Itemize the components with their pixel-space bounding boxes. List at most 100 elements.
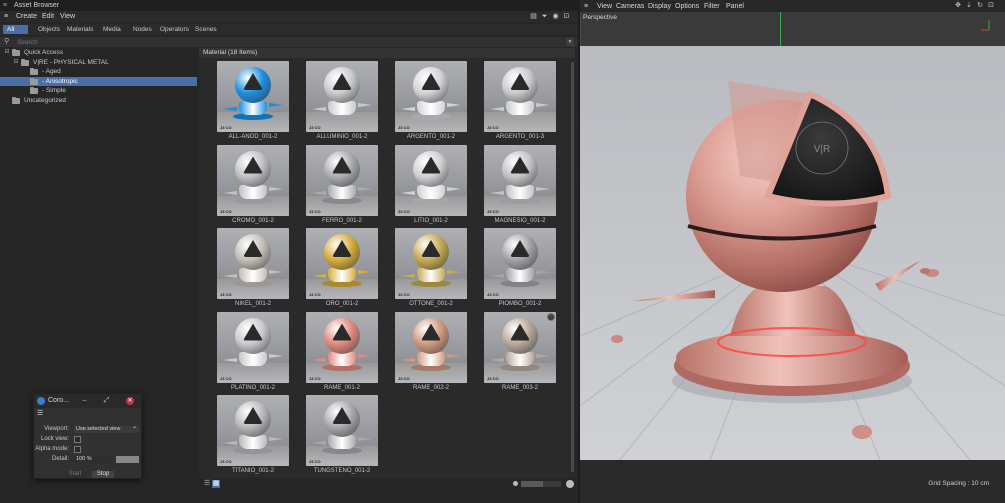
material-thumbnail[interactable]: J3 CO ORO_001-2: [306, 228, 378, 308]
tab-materials[interactable]: Materials: [63, 25, 97, 34]
thumb-logo: J3 CO: [220, 125, 232, 130]
viewport-select[interactable]: Use selected view: [74, 424, 139, 433]
material-thumbnail[interactable]: J3 CO RAME_001-2: [306, 311, 378, 392]
material-thumbnail[interactable]: J3 CO TUNGSTENO_001-2: [306, 395, 378, 475]
material-thumbnail[interactable]: J3 CO RAME_002-2: [395, 311, 467, 392]
maximize-icon[interactable]: ⊡: [987, 2, 995, 10]
zoom-small-icon[interactable]: [513, 481, 518, 486]
search-dropdown-icon[interactable]: ▼: [566, 38, 574, 46]
detail-label: Detail:: [51, 456, 69, 462]
favorite-icon[interactable]: ♡: [547, 312, 555, 321]
material-thumbnail[interactable]: J3 CO ARGENTO_001-2: [395, 61, 467, 141]
zoom-icon[interactable]: ⇣: [965, 2, 973, 10]
stop-button[interactable]: Stop: [92, 471, 114, 478]
collapse-toggle-icon[interactable]: ⊟: [4, 48, 10, 57]
grid-spacing-label: Grid Spacing : 10 cm: [928, 480, 989, 487]
tree-item[interactable]: - Simple: [0, 86, 197, 95]
detail-slider[interactable]: [116, 456, 139, 463]
detail-input[interactable]: 100 %: [74, 456, 112, 463]
close-icon[interactable]: ✕: [126, 397, 134, 405]
search-icon: ⚲: [4, 38, 10, 45]
tab-media[interactable]: Media: [99, 25, 125, 34]
zoom-large-icon[interactable]: [566, 480, 574, 488]
viewport-camera-label[interactable]: Perspective: [583, 14, 617, 22]
viewport-hamburger-icon[interactable]: ≡: [584, 2, 588, 11]
dialog-footer: Start Stop: [34, 470, 141, 479]
scrollbar-thumb[interactable]: [571, 62, 574, 472]
folder-icon: [30, 68, 38, 75]
panel-menu-icon[interactable]: ≡: [3, 0, 7, 11]
dialog-menu-icon[interactable]: ☰: [37, 410, 43, 418]
thumbnail-size-slider[interactable]: [521, 481, 561, 487]
menu-create[interactable]: Create: [16, 12, 37, 21]
material-thumbnail[interactable]: J3 CO PIOMBO_001-2: [484, 228, 556, 308]
material-preview: J3 CO: [306, 311, 378, 383]
tree-item[interactable]: - Aged: [0, 67, 197, 76]
material-thumbnail[interactable]: J3 CO CROMO_001-2: [217, 144, 289, 225]
material-thumbnail[interactable]: J3 CO ALL-ANOD_001-2: [217, 61, 289, 141]
render-image: V|R: [580, 46, 1005, 460]
material-label: MAGNESIO_001-2: [494, 217, 546, 224]
tree-item[interactable]: ⊟ V|RE - PHYSICAL METAL: [0, 58, 197, 67]
tree-item[interactable]: Uncategorized: [0, 96, 197, 105]
list-view-icon[interactable]: ☰: [203, 480, 211, 488]
material-thumbnail[interactable]: J3 CO PLATINO_001-2: [217, 311, 289, 392]
tab-all[interactable]: All: [3, 25, 28, 34]
lock-view-row: Lock view:: [34, 435, 141, 444]
target-icon[interactable]: ◉: [552, 13, 559, 20]
folder-icon: [12, 96, 20, 104]
viewport-status-bar: Grid Spacing : 10 cm: [580, 460, 1005, 503]
thumb-logo: J3 CO: [309, 208, 321, 214]
start-button[interactable]: Start: [64, 471, 86, 478]
tree-item[interactable]: - Anisotropic: [0, 76, 197, 86]
filter-icon[interactable]: ⏷: [541, 13, 548, 20]
lock-view-label: Lock view:: [40, 436, 69, 442]
pin-icon[interactable]: ⤢: [102, 396, 111, 406]
search-input[interactable]: [17, 38, 557, 46]
grid-view-icon[interactable]: ▦: [212, 480, 220, 488]
lock-view-checkbox[interactable]: [74, 436, 81, 443]
alpha-mode-checkbox[interactable]: [74, 446, 81, 453]
material-thumbnail[interactable]: J3 CO FERRO_001-2: [306, 144, 378, 225]
render-view[interactable]: V|R: [580, 46, 1005, 460]
material-thumbnail[interactable]: J3 CO ARGENTO_001-3: [484, 61, 556, 141]
material-preview: J3 CO: [484, 144, 556, 216]
dialog-titlebar[interactable]: Coro... – ⤢ ✕: [34, 394, 141, 408]
expand-icon[interactable]: ⊡: [563, 13, 570, 20]
minimize-icon[interactable]: –: [80, 396, 89, 406]
tab-objects[interactable]: Objects: [34, 25, 64, 34]
corona-dialog: Coro... – ⤢ ✕ ☰ Viewport: Use selected v…: [33, 393, 142, 479]
material-label: RAME_002-2: [412, 384, 450, 391]
rotate-icon[interactable]: ↻: [976, 2, 984, 10]
menu-view[interactable]: View: [60, 12, 75, 21]
material-thumbnail[interactable]: J3 CO ALLUMINIO_001-2: [306, 61, 378, 141]
move-icon[interactable]: ✥: [954, 2, 962, 10]
grid-scrollbar[interactable]: [570, 58, 575, 478]
material-preview: J3 CO: [395, 144, 467, 216]
collapse-toggle-icon[interactable]: ⊟: [13, 58, 19, 67]
material-thumbnail[interactable]: J3 CO ♡ RAME_003-2: [484, 311, 556, 392]
material-thumbnail[interactable]: J3 CO LITIO_001-2: [395, 144, 467, 225]
save-icon[interactable]: ▤: [530, 13, 537, 20]
vp-menu-cameras[interactable]: Cameras: [616, 2, 644, 11]
hamburger-icon[interactable]: ≡: [4, 12, 8, 21]
vp-menu-filter[interactable]: Filter: [704, 2, 720, 11]
viewport-nav-icons: ✥ ⇣ ↻ ⊡: [954, 2, 995, 10]
material-thumbnail[interactable]: J3 CO NIKEL_001-2: [217, 228, 289, 308]
tab-operators[interactable]: Operators: [156, 25, 193, 34]
vp-menu-display[interactable]: Display: [648, 2, 671, 11]
material-thumbnail[interactable]: J3 CO MAGNESIO_001-2: [484, 144, 556, 225]
material-thumbnail[interactable]: J3 CO OTTONE_001-2: [395, 228, 467, 308]
material-preview: J3 CO: [217, 395, 289, 466]
menu-edit[interactable]: Edit: [42, 12, 54, 21]
tree-item[interactable]: ⊟ Quick Access: [0, 48, 197, 57]
material-preview: J3 CO: [395, 61, 467, 132]
vp-menu-panel[interactable]: Panel: [726, 2, 744, 11]
y-axis-line: [780, 12, 781, 46]
material-thumbnail[interactable]: J3 CO TITANIO_001-2: [217, 395, 289, 475]
vp-menu-view[interactable]: View: [597, 2, 612, 11]
vp-menu-options[interactable]: Options: [675, 2, 699, 11]
tab-nodes[interactable]: Nodes: [129, 25, 156, 34]
tree-item-label: Quick Access: [24, 49, 64, 56]
tab-scenes[interactable]: Scenes: [191, 25, 221, 34]
